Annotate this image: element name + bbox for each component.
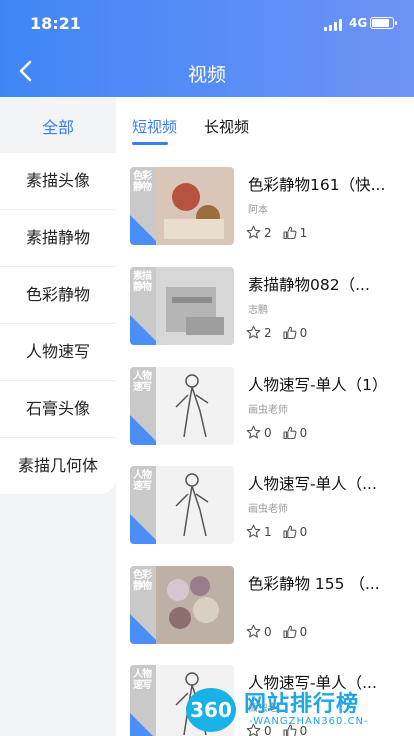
status-bar: 18:21 4G bbox=[0, 0, 414, 44]
favorite-count: 2 bbox=[264, 325, 272, 340]
thumbs-up-icon bbox=[283, 525, 297, 539]
tab-long-videos[interactable]: 长视频 bbox=[204, 116, 249, 137]
thumbnail-label: 人物速写 bbox=[133, 669, 152, 691]
sidebar-category-list: 素描头像 素描静物 色彩静物 人物速写 石膏头像 素描几何体 bbox=[0, 153, 116, 494]
page-title: 视频 bbox=[187, 64, 226, 86]
video-thumbnail[interactable]: 色彩静物 bbox=[130, 167, 234, 245]
video-stats: 20 bbox=[246, 325, 317, 340]
star-icon bbox=[246, 624, 261, 638]
thumbs-up-icon bbox=[283, 326, 297, 340]
thumbs-up-icon bbox=[283, 426, 297, 440]
video-author: 画虫老师 bbox=[248, 504, 288, 515]
star-icon bbox=[246, 225, 261, 239]
sidebar-item-sketch-portrait[interactable]: 素描头像 bbox=[0, 153, 116, 210]
favorite-count: 0 bbox=[264, 425, 272, 440]
favorite-count: 2 bbox=[264, 225, 272, 240]
favorite-button[interactable]: 0 bbox=[246, 624, 272, 639]
star-icon bbox=[246, 325, 261, 339]
video-title[interactable]: 人物速写-单人（1） bbox=[248, 373, 408, 395]
like-button[interactable]: 0 bbox=[282, 325, 308, 340]
like-button[interactable]: 1 bbox=[282, 225, 308, 240]
like-count: 0 bbox=[299, 524, 308, 539]
watermark-text: 网站排行榜 bbox=[244, 692, 360, 717]
sidebar-item-plaster-head[interactable]: 石膏头像 bbox=[0, 381, 116, 438]
favorite-button[interactable]: 0 bbox=[246, 425, 272, 440]
sidebar-item-sketch-still-life[interactable]: 素描静物 bbox=[0, 210, 116, 267]
like-button[interactable]: 0 bbox=[282, 425, 308, 440]
video-author: 志鹏 bbox=[248, 305, 268, 316]
video-stats: 00 bbox=[246, 425, 317, 440]
artwork-preview-image bbox=[156, 566, 234, 644]
watermark-url: -WANGZHAN360.CN- bbox=[249, 716, 369, 727]
video-stats: 00 bbox=[246, 624, 317, 639]
video-card[interactable]: 人物速写 人物速写-单人（... 画虫老师 1 0 bbox=[130, 466, 408, 544]
favorite-button[interactable]: 2 bbox=[246, 225, 272, 240]
battery-icon bbox=[370, 17, 397, 29]
video-author: 画虫老师 bbox=[248, 405, 288, 416]
signal-icon bbox=[324, 19, 344, 31]
video-card[interactable]: 人物速写 人物速写-单人（1） 画虫老师 0 0 bbox=[130, 367, 408, 445]
video-author: 阿本 bbox=[248, 205, 268, 216]
artwork-preview-image bbox=[156, 367, 234, 445]
like-button[interactable]: 0 bbox=[282, 624, 308, 639]
video-stats: 21 bbox=[246, 225, 317, 240]
thumbs-up-icon bbox=[283, 625, 297, 639]
video-thumbnail[interactable]: 色彩静物 bbox=[130, 566, 234, 644]
like-count: 0 bbox=[299, 325, 308, 340]
network-type: 4G bbox=[349, 16, 368, 30]
watermark-logo: 360 网站排行榜 -WANGZHAN360.CN- bbox=[186, 684, 411, 736]
thumbnail-label: 人物速写 bbox=[133, 371, 152, 393]
like-count: 0 bbox=[299, 624, 308, 639]
watermark-badge: 360 bbox=[186, 688, 236, 732]
status-time: 18:21 bbox=[30, 14, 81, 33]
category-sidebar: 全部 素描头像 素描静物 色彩静物 人物速写 石膏头像 素描几何体 bbox=[0, 97, 116, 736]
video-card[interactable]: 色彩静物 色彩静物161（快... 阿本 2 1 bbox=[130, 167, 408, 245]
video-list-panel: 短视频 长视频 色彩静物 色彩静物161（快... 阿本 2 1 素描静物 素描静物082（… bbox=[116, 97, 414, 736]
video-thumbnail[interactable]: 人物速写 bbox=[130, 367, 234, 445]
video-thumbnail[interactable]: 素描静物 bbox=[130, 267, 234, 345]
tab-short-videos[interactable]: 短视频 bbox=[132, 116, 177, 137]
favorite-count: 0 bbox=[264, 624, 272, 639]
video-thumbnail[interactable]: 人物速写 bbox=[130, 466, 234, 544]
header-bar: 18:21 4G 视频 bbox=[0, 0, 414, 97]
thumbs-up-icon bbox=[283, 226, 297, 240]
thumbnail-label: 素描静物 bbox=[133, 271, 152, 293]
favorite-button[interactable]: 1 bbox=[246, 524, 272, 539]
video-stats: 10 bbox=[246, 524, 317, 539]
favorite-button[interactable]: 2 bbox=[246, 325, 272, 340]
star-icon bbox=[246, 425, 261, 439]
artwork-preview-image bbox=[156, 167, 234, 245]
video-title[interactable]: 色彩静物161（快... bbox=[248, 173, 408, 195]
like-count: 0 bbox=[299, 425, 308, 440]
thumbnail-label: 色彩静物 bbox=[133, 171, 152, 193]
thumbnail-label: 色彩静物 bbox=[133, 570, 152, 592]
artwork-preview-image bbox=[156, 466, 234, 544]
video-card[interactable]: 色彩静物 色彩静物 155 （... 0 0 bbox=[130, 566, 408, 644]
video-title[interactable]: 人物速写-单人（... bbox=[248, 472, 408, 494]
thumbnail-label: 人物速写 bbox=[133, 470, 152, 492]
video-title[interactable]: 色彩静物 155 （... bbox=[248, 572, 408, 594]
like-button[interactable]: 0 bbox=[282, 524, 308, 539]
active-tab-indicator bbox=[132, 142, 168, 145]
like-count: 1 bbox=[299, 225, 308, 240]
artwork-preview-image bbox=[156, 267, 234, 345]
sidebar-item-all[interactable]: 全部 bbox=[0, 114, 116, 138]
video-card[interactable]: 素描静物 素描静物082（... 志鹏 2 0 bbox=[130, 267, 408, 345]
sidebar-item-sketch-geometry[interactable]: 素描几何体 bbox=[0, 438, 116, 494]
video-title[interactable]: 素描静物082（... bbox=[248, 273, 408, 295]
sidebar-item-figure-sketch[interactable]: 人物速写 bbox=[0, 324, 116, 381]
sidebar-item-color-still-life[interactable]: 色彩静物 bbox=[0, 267, 116, 324]
star-icon bbox=[246, 524, 261, 538]
favorite-count: 1 bbox=[264, 524, 272, 539]
